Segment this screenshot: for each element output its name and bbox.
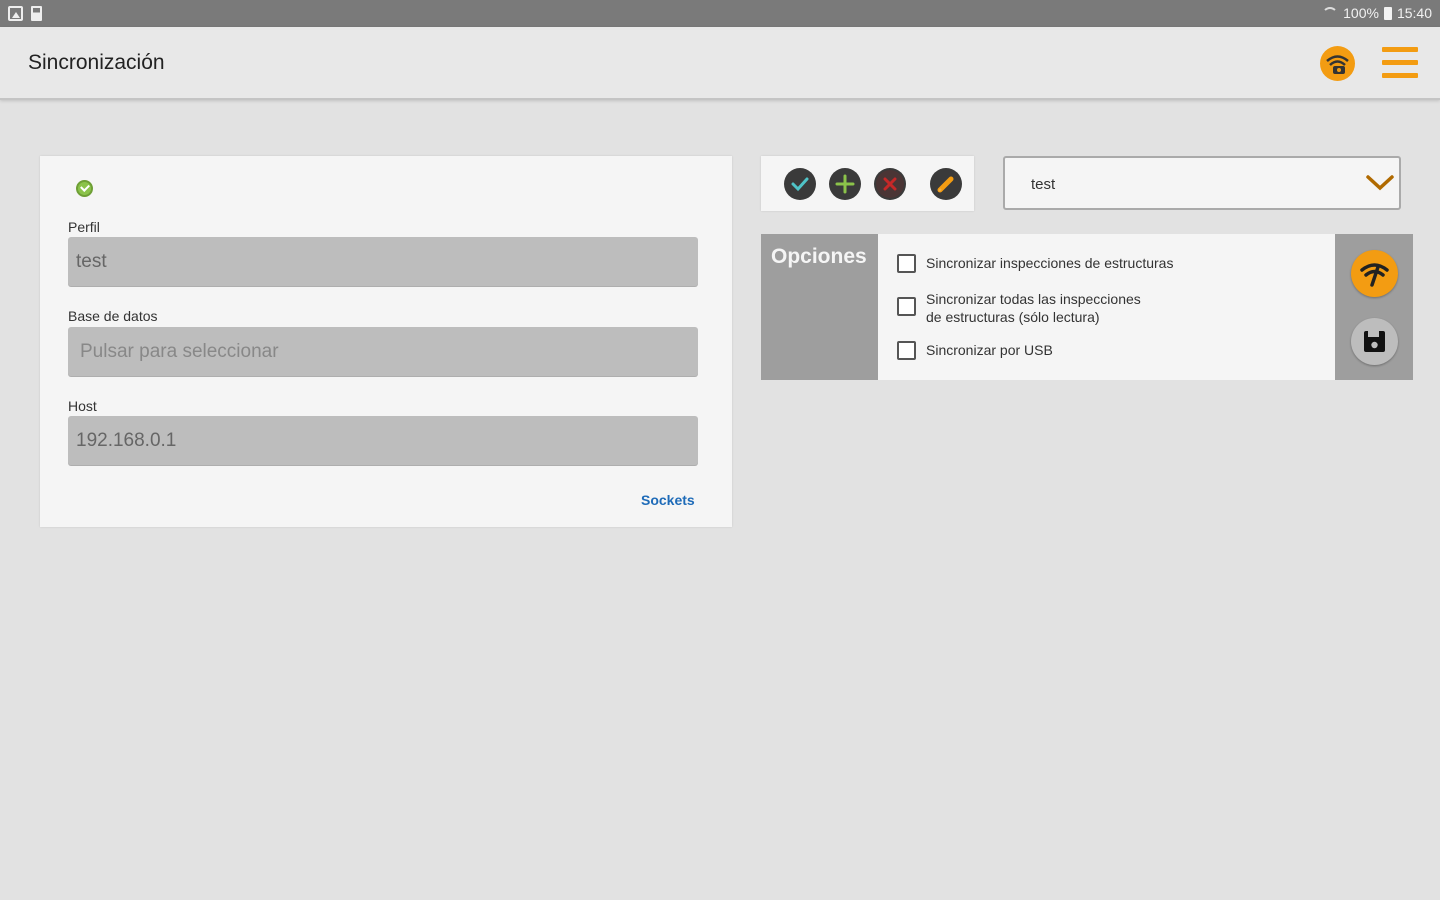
option-label: Sincronizar inspecciones de estructuras [926,255,1174,271]
battery-icon [1383,6,1392,20]
host-field[interactable]: 192.168.0.1 [68,416,698,466]
options-header: Opciones [761,234,878,380]
database-selector[interactable]: Pulsar para seleccionar [68,327,698,377]
sockets-link[interactable]: Sockets [641,492,695,508]
wifi-sync-button[interactable] [1320,46,1355,81]
wifi-signal-icon [1322,7,1339,19]
perfil-label: Perfil [68,219,100,235]
save-floppy-icon [1364,331,1385,352]
app-bar: Sincronización [0,27,1440,100]
checkbox[interactable] [897,254,916,273]
chevron-down-icon [1366,175,1394,191]
menu-icon [1382,73,1418,78]
database-label: Base de datos [68,308,158,324]
battery-percent: 100% [1343,5,1379,21]
status-bar-system: 100% 15:40 [1322,5,1432,21]
edit-button[interactable] [930,168,962,200]
perfil-field[interactable]: test [68,237,698,287]
add-button[interactable] [829,168,861,200]
checkbox[interactable] [897,341,916,360]
add-icon [835,174,855,194]
profile-dropdown[interactable]: test [1003,156,1401,210]
host-label: Host [68,398,97,414]
delete-icon [876,170,904,198]
image-notification-icon [8,6,23,21]
option-label: Sincronizar por USB [926,342,1053,358]
menu-icon [1382,60,1418,65]
connected-check-icon [76,180,93,197]
profile-dropdown-value: test [1031,176,1056,193]
option-sync-all-structures[interactable]: Sincronizar todas las inspecciones de es… [897,290,1141,326]
option-label-line2: de estructuras (sólo lectura) [926,309,1100,325]
clock: 15:40 [1396,5,1432,21]
menu-icon [1382,47,1418,52]
confirm-icon [791,177,809,192]
storage-notification-icon [31,6,42,21]
sync-button[interactable] [1351,250,1398,297]
profile-form-card: Perfil test Base de datos Pulsar para se… [40,156,732,527]
options-panel: Opciones Sincronizar inspecciones de est… [761,234,1413,380]
edit-icon [937,176,954,193]
options-side-actions [1335,234,1413,380]
confirm-button[interactable] [784,168,816,200]
option-label: Sincronizar todas las inspecciones [926,291,1141,307]
delete-button[interactable] [874,168,906,200]
save-button[interactable] [1351,318,1398,365]
option-sync-structures[interactable]: Sincronizar inspecciones de estructuras [897,254,1173,273]
checkbox[interactable] [897,297,916,316]
wifi-sync-icon [1326,55,1349,74]
menu-button[interactable] [1382,47,1418,79]
option-sync-usb[interactable]: Sincronizar por USB [897,341,1053,360]
sync-wifi-icon [1360,263,1389,287]
page-title: Sincronización [28,51,165,74]
profile-actions-toolbar [761,156,974,211]
status-bar: 100% 15:40 [0,0,1440,27]
options-title: Opciones [771,245,867,268]
option-label-group: Sincronizar todas las inspecciones de es… [926,290,1141,326]
status-bar-notifications [8,6,42,21]
